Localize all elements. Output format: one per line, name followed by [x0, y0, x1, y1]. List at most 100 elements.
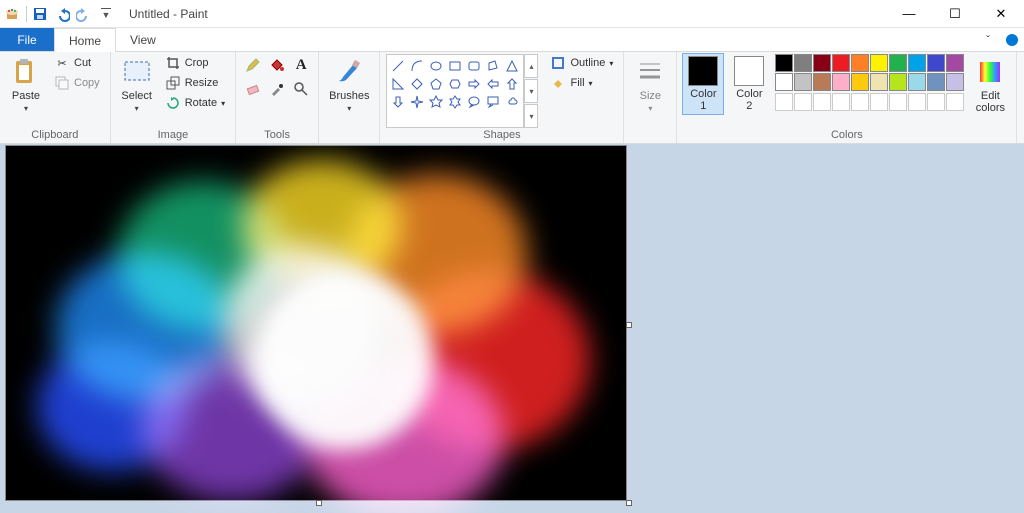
shape-fill-button[interactable]: Fill ▾	[546, 74, 617, 92]
color-palette	[775, 54, 964, 111]
shape-roundrect[interactable]	[465, 57, 483, 74]
shapes-scroll-up[interactable]: ▴	[524, 54, 538, 78]
palette-swatch[interactable]	[946, 54, 964, 72]
palette-swatch-empty[interactable]	[794, 93, 812, 111]
chevron-down-icon: ▾	[648, 104, 652, 113]
palette-swatch-empty[interactable]	[946, 93, 964, 111]
cut-button[interactable]: ✂ Cut	[50, 54, 104, 72]
save-icon[interactable]	[31, 5, 49, 23]
tab-file[interactable]: File	[0, 28, 54, 51]
palette-swatch[interactable]	[851, 54, 869, 72]
palette-swatch[interactable]	[870, 54, 888, 72]
color1-well	[688, 56, 718, 86]
crop-button[interactable]: Crop	[161, 54, 229, 72]
shape-callout-rect[interactable]	[484, 93, 502, 110]
group-clipboard: Paste ▾ ✂ Cut Copy Clipboard	[0, 52, 111, 143]
shape-rect[interactable]	[446, 57, 464, 74]
minimize-button[interactable]: ―	[886, 0, 932, 28]
palette-swatch[interactable]	[794, 54, 812, 72]
undo-icon[interactable]	[53, 5, 71, 23]
shape-outline-button[interactable]: Outline ▾	[546, 54, 617, 72]
shape-diamond[interactable]	[408, 75, 426, 92]
resize-handle-bottom[interactable]	[316, 500, 322, 506]
qat-customize-icon[interactable]: ▼	[97, 5, 115, 23]
palette-swatch[interactable]	[927, 73, 945, 91]
magnifier-tool[interactable]	[290, 78, 312, 100]
redo-icon[interactable]	[75, 5, 93, 23]
size-button[interactable]: Size ▾	[630, 54, 670, 115]
title-bar: ▼ Untitled - Paint ― ☐ ✕	[0, 0, 1024, 28]
color1-button[interactable]: Color 1	[683, 54, 723, 114]
maximize-button[interactable]: ☐	[932, 0, 978, 28]
shapes-scroll-down[interactable]: ▾	[524, 79, 538, 103]
fill-tool[interactable]	[266, 54, 288, 76]
shape-oval[interactable]	[427, 57, 445, 74]
resize-handle-right[interactable]	[626, 322, 632, 328]
resize-button[interactable]: Resize	[161, 74, 229, 92]
shape-callout-round[interactable]	[465, 93, 483, 110]
palette-swatch[interactable]	[813, 73, 831, 91]
text-tool[interactable]: A	[290, 54, 312, 76]
palette-swatch[interactable]	[889, 54, 907, 72]
shape-star4[interactable]	[408, 93, 426, 110]
pencil-tool[interactable]	[242, 54, 264, 76]
palette-swatch[interactable]	[889, 73, 907, 91]
canvas[interactable]	[6, 146, 626, 500]
help-icon[interactable]	[1000, 28, 1024, 51]
palette-swatch-empty[interactable]	[889, 93, 907, 111]
palette-swatch[interactable]	[813, 54, 831, 72]
shape-star5[interactable]	[427, 93, 445, 110]
palette-swatch-empty[interactable]	[927, 93, 945, 111]
palette-swatch-empty[interactable]	[775, 93, 793, 111]
copy-button[interactable]: Copy	[50, 74, 104, 92]
palette-swatch-empty[interactable]	[832, 93, 850, 111]
shape-line[interactable]	[389, 57, 407, 74]
shape-polygon[interactable]	[484, 57, 502, 74]
palette-swatch-empty[interactable]	[813, 93, 831, 111]
palette-swatch[interactable]	[908, 73, 926, 91]
palette-swatch[interactable]	[775, 73, 793, 91]
rotate-button[interactable]: Rotate ▾	[161, 94, 229, 112]
shape-callout-cloud[interactable]	[503, 93, 521, 110]
shape-pentagon[interactable]	[427, 75, 445, 92]
resize-handle-corner[interactable]	[626, 500, 632, 506]
tab-view[interactable]: View	[116, 28, 171, 51]
canvas-area[interactable]	[0, 144, 1024, 513]
palette-swatch-empty[interactable]	[851, 93, 869, 111]
edit-colors-button[interactable]: Edit colors	[970, 54, 1010, 116]
shapes-gallery[interactable]	[386, 54, 524, 128]
palette-swatch[interactable]	[908, 54, 926, 72]
palette-swatch[interactable]	[832, 73, 850, 91]
palette-swatch[interactable]	[870, 73, 888, 91]
tab-home[interactable]: Home	[54, 28, 116, 52]
collapse-ribbon-icon[interactable]: ˇ	[976, 28, 1000, 51]
brushes-button[interactable]: Brushes ▾	[325, 54, 373, 115]
outline-icon	[550, 55, 566, 71]
shape-curve[interactable]	[408, 57, 426, 74]
shape-right-triangle[interactable]	[389, 75, 407, 92]
color-picker-tool[interactable]	[266, 78, 288, 100]
palette-swatch[interactable]	[794, 73, 812, 91]
color2-button[interactable]: Color 2	[729, 54, 769, 114]
shape-arrow-down[interactable]	[389, 93, 407, 110]
shapes-expand[interactable]: ▾	[524, 104, 538, 128]
shape-star6[interactable]	[446, 93, 464, 110]
select-button[interactable]: Select ▾	[117, 54, 157, 115]
palette-swatch-empty[interactable]	[908, 93, 926, 111]
palette-swatch[interactable]	[775, 54, 793, 72]
rotate-icon	[165, 95, 181, 111]
shape-arrow-right[interactable]	[465, 75, 483, 92]
shape-hexagon[interactable]	[446, 75, 464, 92]
shape-triangle[interactable]	[503, 57, 521, 74]
shape-arrow-left[interactable]	[484, 75, 502, 92]
shape-arrow-up[interactable]	[503, 75, 521, 92]
palette-swatch-empty[interactable]	[870, 93, 888, 111]
palette-swatch[interactable]	[927, 54, 945, 72]
eraser-tool[interactable]	[242, 78, 264, 100]
palette-swatch[interactable]	[946, 73, 964, 91]
paste-button[interactable]: Paste ▾	[6, 54, 46, 115]
close-button[interactable]: ✕	[978, 0, 1024, 28]
chevron-down-icon: ▾	[24, 104, 28, 113]
palette-swatch[interactable]	[832, 54, 850, 72]
palette-swatch[interactable]	[851, 73, 869, 91]
